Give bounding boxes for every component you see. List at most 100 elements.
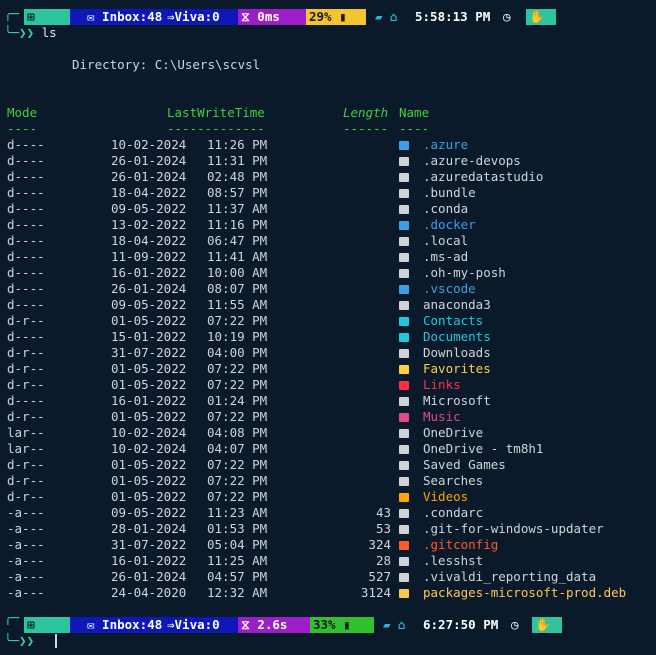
mode-cell: d----	[7, 281, 45, 296]
file-row: -a--- 26-01-2024 04:57 PM 527 .vivaldi_repor…	[0, 569, 656, 585]
date-cell: 26-01-2024	[111, 153, 187, 168]
file-row: d---- 15-01-2022 10:19 PM Documents	[0, 329, 656, 345]
time-cell: 02:48 PM	[207, 169, 268, 184]
time-cell: 11:23 AM	[207, 505, 268, 520]
length-cell: 527	[368, 569, 391, 584]
name-cell: Favorites	[423, 361, 491, 376]
name-cell: .git-for-windows-updater	[423, 521, 604, 536]
header-lastwrite: LastWriteTime	[167, 105, 265, 120]
file-row: lar-- 10-02-2024 04:08 PM OneDrive	[0, 425, 656, 441]
mode-cell: d----	[7, 185, 45, 200]
name-cell: .condarc	[423, 505, 484, 520]
length-cell: 324	[368, 537, 391, 552]
file-icon	[399, 525, 409, 534]
text-cursor[interactable]	[55, 634, 57, 648]
mode-cell: d----	[7, 217, 45, 232]
name-cell: Documents	[423, 329, 491, 344]
viva-count: ⇒Viva:0	[164, 9, 238, 25]
documents-icon	[399, 333, 409, 342]
mode-cell: d-r--	[7, 345, 45, 360]
os-segment: ⊞	[24, 617, 70, 633]
mode-cell: d----	[7, 153, 45, 168]
prompt-arrow-1: ╰─❯❯ ls	[4, 25, 57, 40]
time-cell: 11:31 PM	[207, 153, 268, 168]
table-header-underline: ---- ------------- ------ ----	[7, 121, 430, 136]
time-cell: 01:53 PM	[207, 521, 268, 536]
time-cell: 11:25 AM	[207, 553, 268, 568]
file-row: d---- 16-01-2022 01:24 PM Microsoft	[0, 393, 656, 409]
music-icon	[399, 413, 409, 422]
date-cell: 01-05-2022	[111, 473, 187, 488]
folder-icon	[399, 157, 409, 166]
date-cell: 09-05-2022	[111, 297, 187, 312]
contacts-icon	[399, 317, 409, 326]
name-cell: .azure-devops	[423, 153, 521, 168]
mode-cell: d-r--	[7, 313, 45, 328]
time-cell: 07:22 PM	[207, 473, 268, 488]
mode-cell: d----	[7, 137, 45, 152]
command-text: ls	[41, 25, 57, 40]
date-cell: 28-01-2024	[111, 521, 187, 536]
directory-line: Directory: C:\Users\scvsl	[72, 57, 261, 72]
cloud-icon	[399, 429, 409, 438]
file-row: d---- 11-09-2022 11:41 AM .ms-ad	[0, 249, 656, 265]
file-row: d-r-- 01-05-2022 07:22 PM Searches	[0, 473, 656, 489]
azure-icon	[399, 141, 409, 150]
file-icon	[399, 557, 409, 566]
mode-cell: d-r--	[7, 489, 45, 504]
mode-cell: -a---	[7, 553, 45, 568]
time-cell: 07:22 PM	[207, 313, 268, 328]
package-icon	[399, 589, 409, 598]
file-row: -a--- 24-04-2020 12:32 AM 3124 packages-micr…	[0, 585, 656, 601]
date-cell: 10-02-2024	[111, 425, 187, 440]
mode-cell: d-r--	[7, 473, 45, 488]
date-cell: 24-04-2020	[111, 585, 187, 600]
viva-count: ⇒Viva:0	[164, 617, 238, 633]
time-cell: 04:00 PM	[207, 345, 268, 360]
file-row: -a--- 31-07-2022 05:04 PM 324 .gitconfig	[0, 537, 656, 553]
file-row: -a--- 28-01-2024 01:53 PM 53 .git-for-window…	[0, 521, 656, 537]
file-row: d---- 09-05-2022 11:37 AM .conda	[0, 201, 656, 217]
date-cell: 01-05-2022	[111, 409, 187, 424]
vscode-icon	[399, 285, 409, 294]
name-cell: Links	[423, 377, 461, 392]
date-cell: 01-05-2022	[111, 313, 187, 328]
file-icon	[399, 573, 409, 582]
folder-icon	[399, 173, 409, 182]
date-cell: 01-05-2022	[111, 489, 187, 504]
file-row: d---- 16-01-2022 10:00 AM .oh-my-posh	[0, 265, 656, 281]
time-cell: 01:24 PM	[207, 393, 268, 408]
date-cell: 26-01-2024	[111, 281, 187, 296]
time-cell: 12:32 AM	[207, 585, 268, 600]
table-header: Mode LastWriteTime Length Name	[0, 105, 656, 121]
date-cell: 16-01-2022	[111, 393, 187, 408]
name-cell: anaconda3	[423, 297, 491, 312]
name-cell: .vivaldi_reporting_data	[423, 569, 597, 584]
file-row: d-r-- 31-07-2022 04:00 PM Downloads	[0, 345, 656, 361]
time-cell: 08:57 PM	[207, 185, 268, 200]
mode-cell: d----	[7, 329, 45, 344]
prompt-time: 6:27:50 PM	[423, 617, 499, 632]
date-cell: 16-01-2022	[111, 553, 187, 568]
date-cell: 10-02-2024	[111, 137, 187, 152]
battery-status: 33% ▮	[310, 617, 374, 633]
time-cell: 11:41 AM	[207, 249, 268, 264]
time-cell: 05:04 PM	[207, 537, 268, 552]
prompt-arrow-2[interactable]: ╰─❯❯	[4, 633, 34, 649]
inbox-count: ✉ Inbox:48	[84, 617, 164, 633]
folder-icon	[399, 269, 409, 278]
time-cell: 11:26 PM	[207, 137, 268, 152]
date-cell: 01-05-2022	[111, 377, 187, 392]
folder-icon	[399, 237, 409, 246]
favorites-icon	[399, 365, 409, 374]
docker-icon	[399, 221, 409, 230]
date-cell: 18-04-2022	[111, 185, 187, 200]
date-cell: 31-07-2022	[111, 345, 187, 360]
name-cell: .vscode	[423, 281, 476, 296]
folder-icon	[399, 253, 409, 262]
time-cell: 10:19 PM	[207, 329, 268, 344]
name-cell: Searches	[423, 473, 484, 488]
date-cell: 13-02-2022	[111, 217, 187, 232]
name-cell: packages-microsoft-prod.deb	[423, 585, 627, 600]
date-cell: 18-04-2022	[111, 233, 187, 248]
